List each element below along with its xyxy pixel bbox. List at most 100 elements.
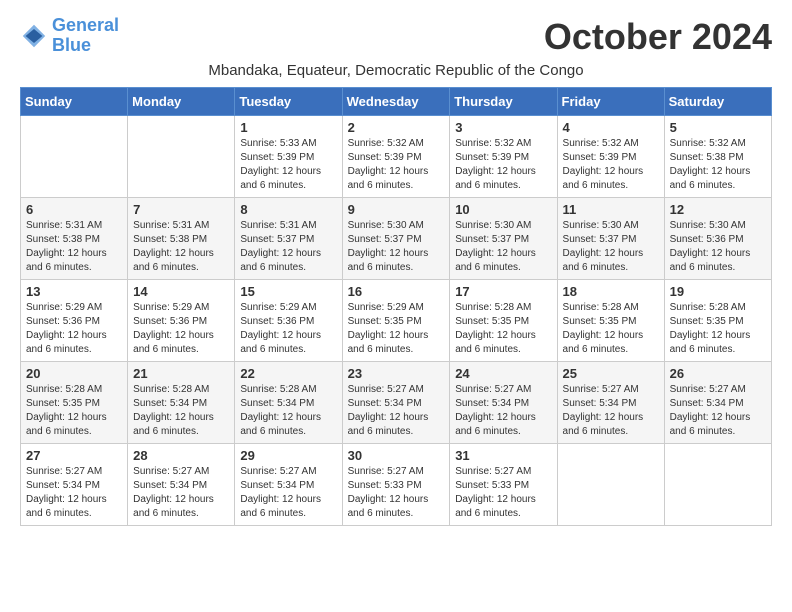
calendar-table: SundayMondayTuesdayWednesdayThursdayFrid… (20, 87, 772, 526)
calendar-cell (557, 444, 664, 526)
day-info: Sunrise: 5:28 AM Sunset: 5:34 PM Dayligh… (133, 383, 229, 439)
day-info: Sunrise: 5:27 AM Sunset: 5:33 PM Dayligh… (348, 465, 445, 521)
calendar-cell: 6Sunrise: 5:31 AM Sunset: 5:38 PM Daylig… (21, 198, 128, 280)
day-number: 21 (133, 366, 229, 381)
calendar-week-row: 6Sunrise: 5:31 AM Sunset: 5:38 PM Daylig… (21, 198, 772, 280)
day-info: Sunrise: 5:29 AM Sunset: 5:35 PM Dayligh… (348, 301, 445, 357)
header-day: Monday (128, 88, 235, 116)
day-number: 30 (348, 448, 445, 463)
day-number: 15 (240, 284, 336, 299)
calendar-cell: 15 Sunrise: 5:29 AM Sunset: 5:36 PM Dayli… (235, 280, 342, 362)
header-row: SundayMondayTuesdayWednesdayThursdayFrid… (21, 88, 772, 116)
day-number: 14 (133, 284, 229, 299)
day-number: 19 (670, 284, 766, 299)
day-info: Sunrise: 5:27 AM Sunset: 5:34 PM Dayligh… (26, 465, 122, 521)
day-info: Sunrise: 5:30 AM Sunset: 5:36 PM Dayligh… (670, 219, 766, 275)
calendar-cell: 5Sunrise: 5:32 AM Sunset: 5:38 PM Daylig… (664, 116, 771, 198)
header-day: Tuesday (235, 88, 342, 116)
header-day: Friday (557, 88, 664, 116)
calendar-cell (128, 116, 235, 198)
day-info: Sunrise: 5:33 AM Sunset: 5:39 PM Dayligh… (240, 137, 336, 193)
day-number: 31 (455, 448, 551, 463)
day-number: 24 (455, 366, 551, 381)
calendar-week-row: 20 Sunrise: 5:28 AM Sunset: 5:35 PM Dayli… (21, 362, 772, 444)
day-info: Sunrise: 5:27 AM Sunset: 5:34 PM Dayligh… (240, 465, 336, 521)
calendar-cell: 7 Sunrise: 5:31 AM Sunset: 5:38 PM Daylig… (128, 198, 235, 280)
day-info: Sunrise: 5:29 AM Sunset: 5:36 PM Dayligh… (240, 301, 336, 357)
day-number: 3 (455, 120, 551, 135)
calendar-cell: 21 Sunrise: 5:28 AM Sunset: 5:34 PM Dayli… (128, 362, 235, 444)
day-info: Sunrise: 5:27 AM Sunset: 5:33 PM Dayligh… (455, 465, 551, 521)
day-number: 8 (240, 202, 336, 217)
day-info: Sunrise: 5:31 AM Sunset: 5:38 PM Dayligh… (26, 219, 122, 275)
calendar-week-row: 27Sunrise: 5:27 AM Sunset: 5:34 PM Dayli… (21, 444, 772, 526)
calendar-cell: 10 Sunrise: 5:30 AM Sunset: 5:37 PM Dayli… (450, 198, 557, 280)
calendar-cell: 4 Sunrise: 5:32 AM Sunset: 5:39 PM Daylig… (557, 116, 664, 198)
calendar-cell (21, 116, 128, 198)
day-info: Sunrise: 5:31 AM Sunset: 5:38 PM Dayligh… (133, 219, 229, 275)
header-day: Saturday (664, 88, 771, 116)
calendar-cell: 2 Sunrise: 5:32 AM Sunset: 5:39 PM Daylig… (342, 116, 450, 198)
header-day: Wednesday (342, 88, 450, 116)
day-number: 5 (670, 120, 766, 135)
calendar-cell: 18 Sunrise: 5:28 AM Sunset: 5:35 PM Dayli… (557, 280, 664, 362)
calendar-cell: 9 Sunrise: 5:30 AM Sunset: 5:37 PM Daylig… (342, 198, 450, 280)
calendar-cell: 14 Sunrise: 5:29 AM Sunset: 5:36 PM Dayli… (128, 280, 235, 362)
day-number: 29 (240, 448, 336, 463)
day-info: Sunrise: 5:27 AM Sunset: 5:34 PM Dayligh… (670, 383, 766, 439)
day-number: 18 (563, 284, 659, 299)
day-number: 25 (563, 366, 659, 381)
calendar-cell: 27Sunrise: 5:27 AM Sunset: 5:34 PM Dayli… (21, 444, 128, 526)
logo-icon (20, 22, 48, 50)
calendar-cell: 20 Sunrise: 5:28 AM Sunset: 5:35 PM Dayli… (21, 362, 128, 444)
day-info: Sunrise: 5:28 AM Sunset: 5:35 PM Dayligh… (455, 301, 551, 357)
day-number: 26 (670, 366, 766, 381)
calendar-cell: 31 Sunrise: 5:27 AM Sunset: 5:33 PM Dayli… (450, 444, 557, 526)
day-info: Sunrise: 5:32 AM Sunset: 5:39 PM Dayligh… (455, 137, 551, 193)
day-info: Sunrise: 5:28 AM Sunset: 5:35 PM Dayligh… (670, 301, 766, 357)
calendar-cell: 1Sunrise: 5:33 AM Sunset: 5:39 PM Daylig… (235, 116, 342, 198)
day-number: 23 (348, 366, 445, 381)
calendar-cell: 23Sunrise: 5:27 AM Sunset: 5:34 PM Dayli… (342, 362, 450, 444)
calendar-cell: 22Sunrise: 5:28 AM Sunset: 5:34 PM Dayli… (235, 362, 342, 444)
page-header: General Blue October 2024 (20, 16, 772, 58)
logo-text: General Blue (52, 16, 119, 56)
day-info: Sunrise: 5:30 AM Sunset: 5:37 PM Dayligh… (455, 219, 551, 275)
day-number: 2 (348, 120, 445, 135)
calendar-week-row: 1Sunrise: 5:33 AM Sunset: 5:39 PM Daylig… (21, 116, 772, 198)
day-info: Sunrise: 5:28 AM Sunset: 5:35 PM Dayligh… (563, 301, 659, 357)
day-info: Sunrise: 5:28 AM Sunset: 5:35 PM Dayligh… (26, 383, 122, 439)
day-info: Sunrise: 5:27 AM Sunset: 5:34 PM Dayligh… (455, 383, 551, 439)
day-number: 7 (133, 202, 229, 217)
subtitle: Mbandaka, Equateur, Democratic Republic … (20, 62, 772, 79)
calendar-cell: 11Sunrise: 5:30 AM Sunset: 5:37 PM Dayli… (557, 198, 664, 280)
day-number: 9 (348, 202, 445, 217)
calendar-cell: 16Sunrise: 5:29 AM Sunset: 5:35 PM Dayli… (342, 280, 450, 362)
day-info: Sunrise: 5:31 AM Sunset: 5:37 PM Dayligh… (240, 219, 336, 275)
day-info: Sunrise: 5:32 AM Sunset: 5:39 PM Dayligh… (563, 137, 659, 193)
calendar-cell: 29 Sunrise: 5:27 AM Sunset: 5:34 PM Dayli… (235, 444, 342, 526)
title-block: October 2024 (544, 16, 772, 58)
day-number: 4 (563, 120, 659, 135)
day-info: Sunrise: 5:28 AM Sunset: 5:34 PM Dayligh… (240, 383, 336, 439)
calendar-week-row: 13 Sunrise: 5:29 AM Sunset: 5:36 PM Dayli… (21, 280, 772, 362)
logo-line2: Blue (52, 35, 91, 55)
calendar-cell: 3 Sunrise: 5:32 AM Sunset: 5:39 PM Daylig… (450, 116, 557, 198)
day-info: Sunrise: 5:29 AM Sunset: 5:36 PM Dayligh… (133, 301, 229, 357)
logo-line1: General (52, 15, 119, 35)
day-number: 13 (26, 284, 122, 299)
calendar-cell: 17Sunrise: 5:28 AM Sunset: 5:35 PM Dayli… (450, 280, 557, 362)
header-day: Thursday (450, 88, 557, 116)
day-info: Sunrise: 5:30 AM Sunset: 5:37 PM Dayligh… (348, 219, 445, 275)
day-info: Sunrise: 5:32 AM Sunset: 5:39 PM Dayligh… (348, 137, 445, 193)
day-number: 10 (455, 202, 551, 217)
day-info: Sunrise: 5:29 AM Sunset: 5:36 PM Dayligh… (26, 301, 122, 357)
logo: General Blue (20, 16, 119, 56)
day-number: 28 (133, 448, 229, 463)
day-number: 20 (26, 366, 122, 381)
day-number: 11 (563, 202, 659, 217)
header-day: Sunday (21, 88, 128, 116)
month-title: October 2024 (544, 16, 772, 58)
calendar-cell: 30 Sunrise: 5:27 AM Sunset: 5:33 PM Dayli… (342, 444, 450, 526)
calendar-cell: 28Sunrise: 5:27 AM Sunset: 5:34 PM Dayli… (128, 444, 235, 526)
